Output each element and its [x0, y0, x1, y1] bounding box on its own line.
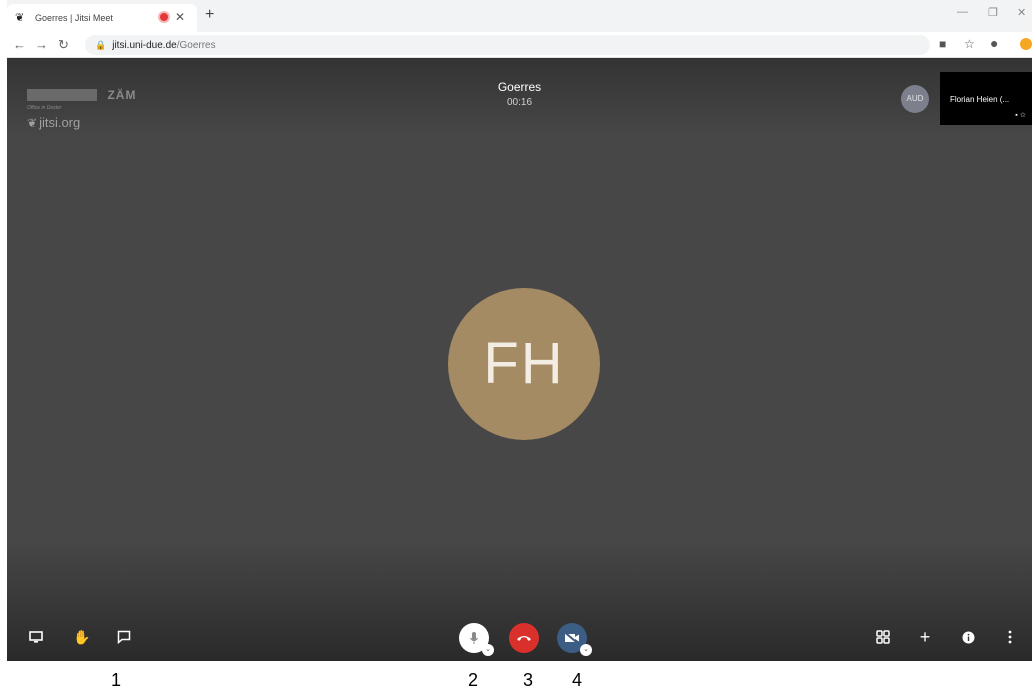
- browser-window: ❦ Goerres | Jitsi Meet ✕ + — ❐ ✕ ← → ↻ 🔒…: [7, 0, 1032, 661]
- browser-tab[interactable]: ❦ Goerres | Jitsi Meet ✕: [7, 4, 197, 32]
- video-off-icon: ▪: [1015, 112, 1018, 119]
- reload-icon[interactable]: ↻: [58, 37, 69, 53]
- annotation-number-2: 2: [468, 670, 479, 690]
- invite-button[interactable]: +: [914, 626, 936, 648]
- jitsi-logo: ❦ jitsi.org: [27, 115, 136, 130]
- camera-options-chevron-icon[interactable]: ⌄: [580, 644, 592, 656]
- update-alert-icon[interactable]: [1020, 38, 1032, 50]
- lock-icon: 🔒: [95, 39, 107, 50]
- info-icon: [962, 631, 974, 643]
- tab-title: Goerres | Jitsi Meet: [35, 13, 113, 23]
- new-tab-button[interactable]: +: [205, 6, 214, 24]
- address-toolbar: ← → ↻ 🔒 jitsi.uni-due.de /Goerres ■ ☆ ●: [7, 32, 1032, 58]
- back-arrow-icon[interactable]: ←: [13, 37, 26, 52]
- more-vertical-icon: [1008, 630, 1012, 644]
- url-domain: jitsi.uni-due.de: [112, 39, 177, 51]
- forward-arrow-icon[interactable]: →: [35, 37, 48, 52]
- recording-indicator-icon: [160, 13, 168, 21]
- call-timer: 00:16: [506, 97, 533, 108]
- minimize-button[interactable]: —: [957, 6, 968, 18]
- participant-avatar-small[interactable]: AUD: [901, 85, 929, 113]
- annotation-number-4: 4: [572, 670, 583, 690]
- annotation-number-3: 3: [523, 670, 534, 690]
- screen-share-button[interactable]: [25, 626, 47, 648]
- raise-hand-button[interactable]: ✋: [71, 626, 93, 648]
- hangup-button[interactable]: [509, 623, 539, 653]
- profile-icon[interactable]: ●: [990, 35, 998, 51]
- screen-share-icon: [29, 631, 43, 643]
- window-close-button[interactable]: ✕: [1017, 6, 1026, 19]
- hangup-icon: [517, 636, 531, 641]
- room-name: Goerres: [497, 80, 542, 94]
- large-avatar: FH: [448, 288, 600, 440]
- info-button[interactable]: [957, 626, 979, 648]
- mic-options-chevron-icon[interactable]: ⌄: [482, 644, 494, 656]
- annotation-number-1: 1: [111, 670, 122, 690]
- microphone-icon: [470, 632, 478, 644]
- meeting-stage: ZÄM Office in Dexter ❦ jitsi.org Goerres …: [7, 58, 1032, 661]
- camera-button[interactable]: ⌄: [557, 623, 592, 656]
- jitsi-leaf-icon: ❦: [27, 116, 38, 130]
- thumbnail-status-icons: ▪ ☆: [1015, 111, 1026, 119]
- tab-close-icon[interactable]: ✕: [175, 10, 185, 24]
- tile-view-icon: [876, 630, 890, 644]
- raise-hand-icon: ✋: [73, 628, 91, 645]
- participant-thumbnail[interactable]: Florian Heien (... ▪ ☆: [940, 72, 1032, 125]
- chat-button[interactable]: [113, 626, 135, 648]
- jitsi-logo-text: jitsi.org: [39, 115, 81, 130]
- tab-bar: ❦ Goerres | Jitsi Meet ✕ + — ❐ ✕: [7, 0, 1032, 32]
- address-bar[interactable]: 🔒 jitsi.uni-due.de /Goerres: [85, 35, 930, 55]
- tile-view-button[interactable]: [872, 626, 894, 648]
- restore-button[interactable]: ❐: [988, 6, 998, 19]
- url-path: /Goerres: [176, 39, 216, 51]
- more-options-button[interactable]: [999, 626, 1021, 648]
- chat-icon: [117, 630, 131, 644]
- bookmark-star-icon[interactable]: ☆: [964, 37, 975, 51]
- thumbnail-participant-name: Florian Heien (...: [950, 95, 1010, 104]
- camera-off-icon: [564, 632, 579, 644]
- microphone-button[interactable]: ⌄: [459, 623, 494, 656]
- camera-permission-icon[interactable]: ■: [939, 37, 946, 51]
- jitsi-favicon-icon: ❦: [15, 12, 25, 24]
- plus-icon: +: [919, 626, 931, 647]
- star-icon: ☆: [1019, 112, 1026, 119]
